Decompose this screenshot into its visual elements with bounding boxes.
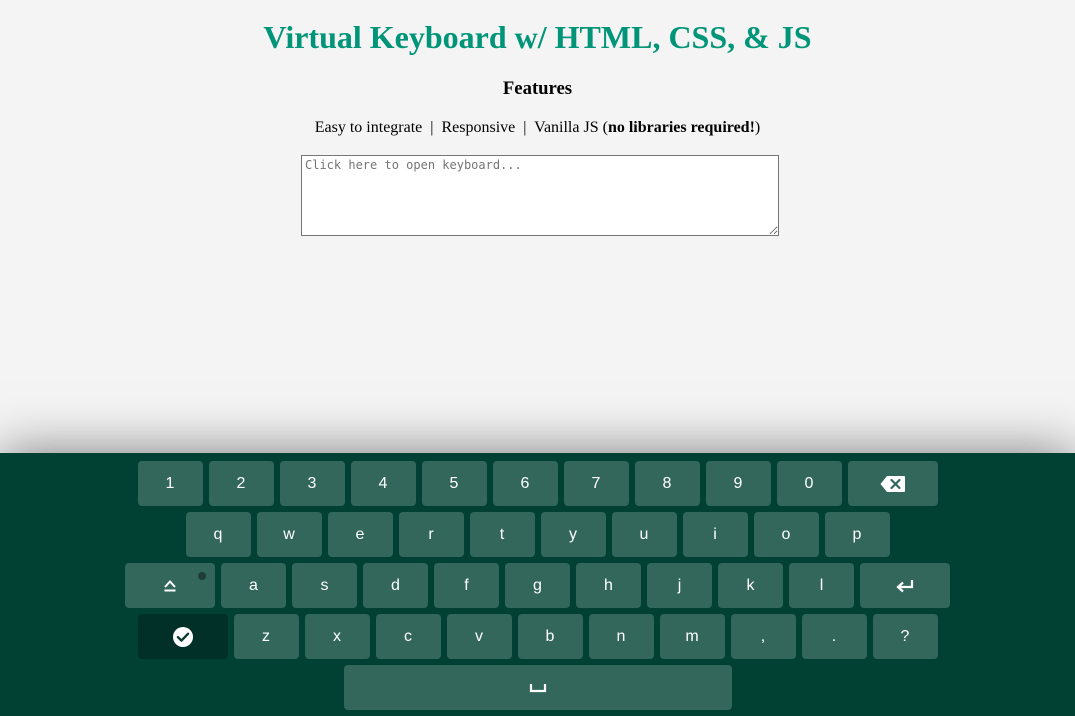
- key-a[interactable]: a: [221, 563, 286, 608]
- key-g[interactable]: g: [505, 563, 570, 608]
- keyboard-row-middle-letters: a s d f g h j k l: [0, 563, 1075, 608]
- key-1[interactable]: 1: [137, 461, 203, 506]
- key-b[interactable]: b: [517, 614, 583, 659]
- keyboard-row-numbers: 1 2 3 4 5 6 7 8 9 0: [0, 461, 1075, 506]
- caps-lock-key[interactable]: [125, 563, 215, 608]
- key-9[interactable]: 9: [705, 461, 771, 506]
- backspace-key[interactable]: [847, 461, 938, 506]
- key-o[interactable]: o: [753, 512, 819, 557]
- space-bar-icon: [344, 665, 732, 710]
- features-list: Easy to integrate | Responsive | Vanilla…: [0, 117, 1075, 139]
- enter-key[interactable]: [860, 563, 950, 608]
- key-s[interactable]: s: [292, 563, 357, 608]
- key-m[interactable]: m: [659, 614, 725, 659]
- keyboard-row-top-letters: q w e r t y u i o p: [0, 512, 1075, 557]
- key-q[interactable]: q: [185, 512, 251, 557]
- key-e[interactable]: e: [327, 512, 393, 557]
- key-n[interactable]: n: [588, 614, 654, 659]
- enter-icon: [860, 563, 950, 608]
- features-text-end: ): [754, 119, 761, 136]
- page: Virtual Keyboard w/ HTML, CSS, & JS Feat…: [0, 0, 1075, 716]
- key-h[interactable]: h: [576, 563, 641, 608]
- key-5[interactable]: 5: [421, 461, 487, 506]
- key-l[interactable]: l: [789, 563, 854, 608]
- key-period[interactable]: .: [801, 614, 867, 659]
- done-key[interactable]: [137, 614, 228, 659]
- features-text: Easy to integrate | Responsive | Vanilla…: [314, 119, 608, 136]
- backspace-icon: [848, 461, 938, 506]
- features-bold-text: no libraries required!: [607, 119, 755, 136]
- key-2[interactable]: 2: [208, 461, 274, 506]
- key-comma[interactable]: ,: [730, 614, 796, 659]
- keyboard-row-space: [0, 665, 1075, 710]
- key-w[interactable]: w: [256, 512, 322, 557]
- key-question-mark[interactable]: ?: [872, 614, 938, 659]
- key-x[interactable]: x: [304, 614, 370, 659]
- key-p[interactable]: p: [824, 512, 890, 557]
- key-k[interactable]: k: [718, 563, 783, 608]
- key-0[interactable]: 0: [776, 461, 842, 506]
- keyboard-row-bottom-letters: z x c v b n m , . ?: [0, 614, 1075, 659]
- key-v[interactable]: v: [446, 614, 512, 659]
- key-z[interactable]: z: [233, 614, 299, 659]
- key-f[interactable]: f: [434, 563, 499, 608]
- key-u[interactable]: u: [611, 512, 677, 557]
- key-6[interactable]: 6: [492, 461, 558, 506]
- key-8[interactable]: 8: [634, 461, 700, 506]
- key-i[interactable]: i: [682, 512, 748, 557]
- caps-lock-indicator: [198, 572, 206, 580]
- key-c[interactable]: c: [375, 614, 441, 659]
- key-y[interactable]: y: [540, 512, 606, 557]
- key-3[interactable]: 3: [279, 461, 345, 506]
- key-r[interactable]: r: [398, 512, 464, 557]
- key-t[interactable]: t: [469, 512, 535, 557]
- page-title: Virtual Keyboard w/ HTML, CSS, & JS: [263, 19, 812, 55]
- check-circle-icon: [138, 614, 228, 659]
- virtual-keyboard: 1 2 3 4 5 6 7 8 9 0 q w e r t y u i o p …: [0, 453, 1075, 716]
- keyboard-input-textarea[interactable]: [301, 155, 779, 236]
- caps-lock-icon: [125, 563, 215, 608]
- key-4[interactable]: 4: [350, 461, 416, 506]
- key-d[interactable]: d: [363, 563, 428, 608]
- key-7[interactable]: 7: [563, 461, 629, 506]
- features-heading: Features: [502, 78, 573, 99]
- key-j[interactable]: j: [647, 563, 712, 608]
- space-key[interactable]: [343, 665, 732, 710]
